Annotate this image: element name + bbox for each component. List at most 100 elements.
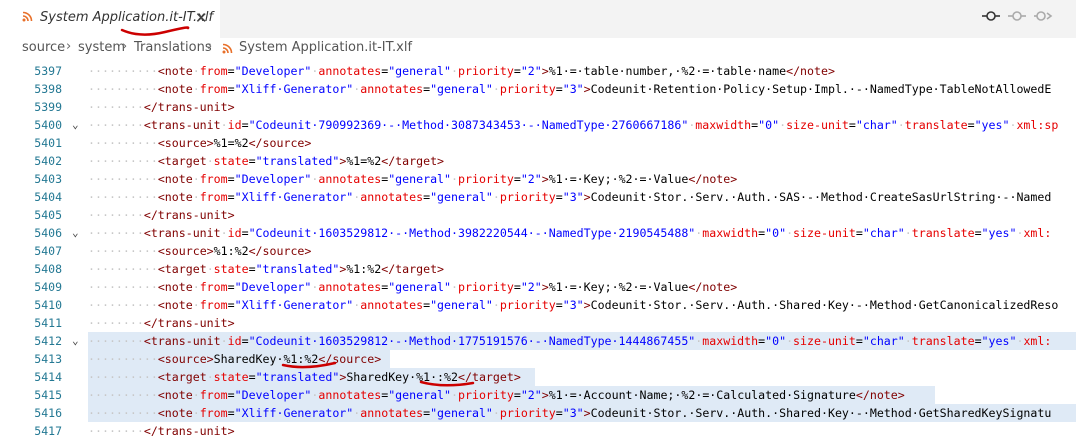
code-line[interactable]: 5397 ··········<note·from="Developer"·ann… (0, 62, 1076, 80)
code-token: = (227, 298, 235, 312)
fold-chevron-icon[interactable]: ⌄ (72, 224, 79, 242)
code-line[interactable]: 5407 ··········<source>%1:%2</source> (0, 242, 1076, 260)
code-token: <note (157, 64, 193, 78)
code-token: </note> (855, 388, 905, 402)
code-line[interactable]: 5402 ··········<target·state="translated"… (0, 152, 1076, 170)
code-line[interactable]: 5416 ··········<note·from="Xliff·Generato… (0, 404, 1076, 422)
code-token: "0" (765, 334, 787, 348)
code-token: · (492, 406, 500, 420)
code-token: · (779, 118, 787, 132)
fold-chevron-icon[interactable]: ⌄ (72, 332, 79, 350)
code-token: "Codeunit·1603529812·-·Method·3982220544… (248, 226, 696, 240)
code-line[interactable]: 5404 ··········<note·from="Xliff·Generato… (0, 188, 1076, 206)
code-token: from (199, 82, 228, 96)
code-token: <source> (157, 352, 214, 366)
code-token: "2" (520, 280, 542, 294)
code-token: "2" (520, 172, 542, 186)
code-line[interactable]: 5417 ········</trans-unit> (0, 422, 1076, 440)
code-line[interactable]: 5413 ··········<source>SharedKey·%1:%2</s… (0, 350, 1076, 368)
code-token: · (786, 334, 794, 348)
code-token: state (213, 154, 249, 168)
breadcrumb-item-source[interactable]: source (22, 40, 65, 55)
code-token: "2" (520, 64, 542, 78)
code-line[interactable]: 5399 ········</trans-unit> (0, 98, 1076, 116)
code-token: "3" (562, 406, 584, 420)
breadcrumb-item-system[interactable]: system (78, 40, 125, 55)
code-token: priority (458, 64, 514, 78)
code-text: ··········<note·from="Developer"·annotat… (88, 278, 737, 296)
code-line[interactable]: 5415 ··········<note·from="Developer"·ann… (0, 386, 1076, 404)
code-token: ·········· (88, 136, 158, 150)
code-token: = (855, 334, 863, 348)
code-text: ········</trans-unit> (88, 314, 235, 332)
code-line[interactable]: 5403 ··········<note·from="Developer"·ann… (0, 170, 1076, 188)
code-text: ··········<source>%1:%2</source> (88, 242, 311, 260)
code-line[interactable]: 5409 ··········<note·from="Developer"·ann… (0, 278, 1076, 296)
code-token: "yes" (981, 226, 1017, 240)
code-token: = (227, 82, 235, 96)
code-text: ··········<note·from="Xliff·Generator"·a… (88, 188, 1051, 206)
code-token: > (583, 406, 591, 420)
code-token: <note (157, 82, 193, 96)
line-number: 5416 (34, 406, 62, 420)
code-line[interactable]: 5406 ⌄ ········<trans-unit·id="Codeunit·16… (0, 224, 1076, 242)
code-token: priority (499, 298, 556, 312)
code-line[interactable]: 5400 ⌄ ········<trans-unit·id="Codeunit·79… (0, 116, 1076, 134)
line-number: 5409 (34, 280, 62, 294)
chevron-right-icon: › (66, 39, 72, 54)
code-token: > (541, 64, 549, 78)
code-token: annotates (318, 280, 382, 294)
code-token: "general" (430, 406, 493, 420)
code-line[interactable]: 5398 ··········<note·from="Xliff·Generato… (0, 80, 1076, 98)
code-token: = (513, 172, 521, 186)
code-token: = (555, 298, 563, 312)
code-token: xml:sp (1016, 118, 1059, 132)
line-number: 5399 (34, 100, 62, 114)
line-number: 5405 (34, 208, 62, 222)
code-line[interactable]: 5401 ··········<source>%1=%2</source> (0, 134, 1076, 152)
code-line[interactable]: 5414 ··········<target·state="translated"… (0, 368, 1076, 386)
code-token: · (451, 172, 458, 186)
code-token: Codeunit·Retention·Policy·Setup·Impl.·-·… (590, 82, 1052, 96)
code-line[interactable]: 5412 ⌄ ········<trans-unit·id="Codeunit·16… (0, 332, 1076, 350)
code-token: state (213, 262, 249, 276)
code-token: %1:%2 (213, 244, 249, 258)
line-number: 5411 (34, 316, 62, 330)
git-compare-icon[interactable] (1008, 9, 1026, 27)
close-icon[interactable]: ✕ (195, 9, 208, 27)
code-text: ··········<target·state="translated">%1:… (88, 260, 444, 278)
code-line[interactable]: 5410 ··········<note·from="Xliff·Generato… (0, 296, 1076, 314)
code-token: "0" (758, 118, 780, 132)
line-number: 5412 (34, 334, 62, 348)
code-token: · (897, 118, 905, 132)
code-token: </source> (248, 136, 312, 150)
code-line[interactable]: 5408 ··········<target·state="translated"… (0, 260, 1076, 278)
code-token: = (555, 406, 563, 420)
rss-icon (222, 43, 233, 58)
code-token: %1:%2 (346, 262, 382, 276)
code-token: <trans-unit (143, 226, 221, 240)
breadcrumb-item-file[interactable]: System Application.it-IT.xlf (239, 40, 412, 55)
code-token: annotates (318, 388, 382, 402)
breadcrumb-item-translations[interactable]: Translations (134, 40, 212, 55)
code-token: · (220, 118, 228, 132)
git-next-icon[interactable] (1034, 9, 1054, 27)
code-text: ··········<note·from="Developer"·annotat… (88, 386, 905, 404)
code-token: "Developer" (234, 64, 312, 78)
editor-actions (976, 0, 1076, 38)
git-commit-icon[interactable] (982, 9, 1000, 27)
code-token: %1·=·Account·Name;·%2·=·Calculated·Signa… (548, 388, 856, 402)
code-token: = (241, 334, 249, 348)
code-text: ··········<note·from="Xliff·Generator"·a… (88, 404, 1051, 422)
code-line[interactable]: 5411 ········</trans-unit> (0, 314, 1076, 332)
line-number: 5397 (34, 64, 62, 78)
code-token: annotates (360, 190, 424, 204)
code-token: <source> (157, 136, 214, 150)
code-token: · (206, 262, 214, 276)
code-line[interactable]: 5405 ········</trans-unit> (0, 206, 1076, 224)
code-token: id (227, 334, 242, 348)
line-number: 5398 (34, 82, 62, 96)
fold-chevron-icon[interactable]: ⌄ (72, 116, 79, 134)
code-token: "Xliff·Generator" (234, 406, 354, 420)
code-token: · (192, 82, 200, 96)
